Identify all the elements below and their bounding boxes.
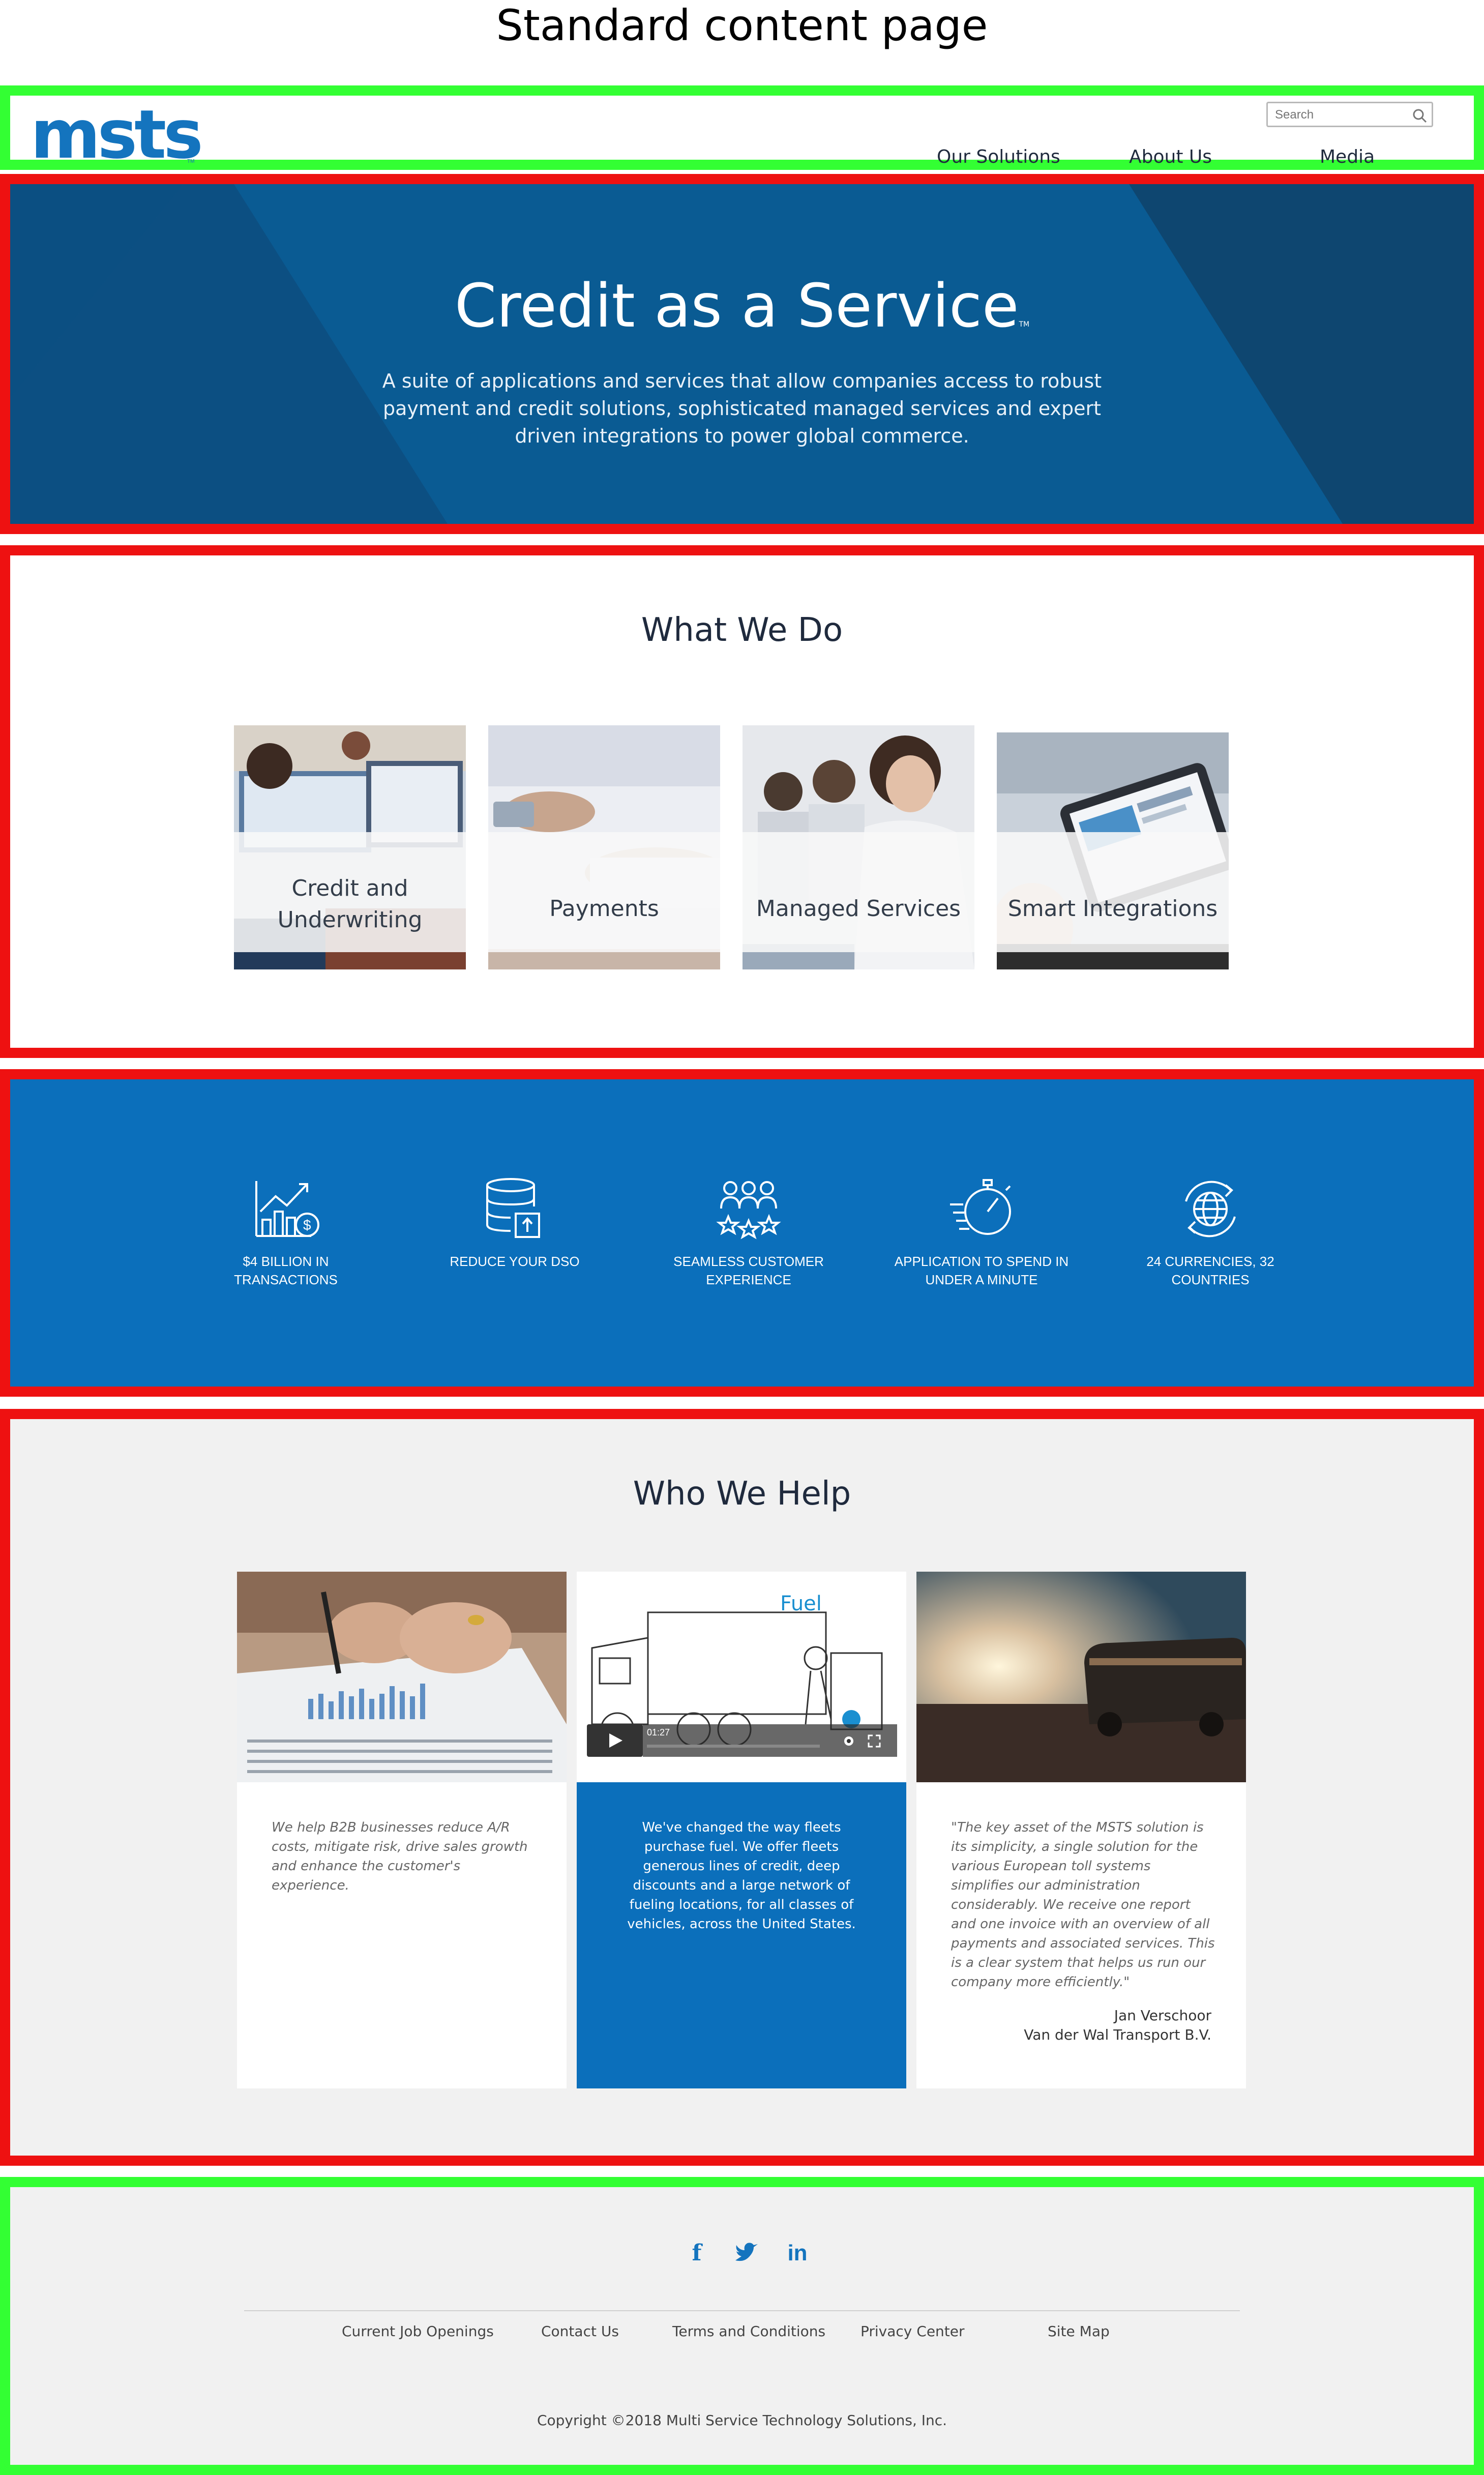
hero-description: A suite of applications and services tha… [382,370,1102,447]
linkedin-icon[interactable]: in [782,2238,813,2268]
footer-link-terms[interactable]: Terms and Conditions [672,2321,825,2342]
video-timestamp: 01:27 [647,1727,670,1737]
stat-label: $4 BILLION IN TRANSACTIONS [234,1254,338,1287]
page-title: Standard content page [496,1,988,50]
search-box[interactable] [1266,102,1433,127]
logo-trademark: TM [187,159,195,164]
site-header: msts TM Our Solutions About Us Media [0,85,1484,170]
card-managed-services[interactable]: Managed Services [743,725,974,969]
what-we-do-section: What We Do Credit and Underwriting Payme… [0,545,1484,1058]
who-we-help-section: Who We Help We help B2B businesses reduc… [0,1409,1484,2166]
column-image [237,1572,567,1782]
help-column-b2b: We help B2B businesses reduce A/R costs,… [237,1572,567,2088]
hero-background [10,184,1474,524]
search-icon[interactable] [1411,107,1429,125]
column-text: We help B2B businesses reduce A/R costs,… [272,1820,528,1893]
documents-chart-image [237,1572,567,1782]
twitter-icon[interactable] [731,2238,762,2268]
play-icon [609,1733,622,1748]
fullscreen-icon[interactable] [867,1733,882,1749]
card-overlay [488,832,720,952]
testimonial-company: Van der Wal Transport B.V. [1024,2026,1211,2043]
card-smart-integrations[interactable]: Smart Integrations [997,725,1229,969]
stat-dso: REDUCE YOUR DSO [423,1176,606,1271]
footer-link-jobs[interactable]: Current Job Openings [342,2321,494,2342]
tanker-truck-sunset-image [916,1572,1246,1782]
column-text: We've changed the way fleets purchase fu… [627,1820,856,1932]
stats-band: $ $4 BILLION IN TRANSACTIONS REDUCE YOUR… [0,1069,1484,1397]
testimonial-author: Jan Verschoor [1114,2007,1211,2024]
column-body: We help B2B businesses reduce A/R costs,… [237,1782,567,2088]
nav-media[interactable]: Media [1320,144,1375,170]
stat-label: APPLICATION TO SPEND IN UNDER A MINUTE [894,1254,1069,1287]
card-overlay [743,832,974,952]
hero-banner: Credit as a ServiceTM A suite of applica… [0,174,1484,534]
video-controls[interactable]: 01:27 [643,1724,897,1757]
stopwatch-icon [950,1179,1011,1235]
database-upload-icon [486,1178,540,1238]
stat-label: 24 CURRENCIES, 32 COUNTRIES [1146,1254,1274,1287]
settings-gear-icon[interactable] [841,1733,856,1749]
video-title: Fuel [780,1592,822,1615]
play-button[interactable] [587,1724,643,1757]
hero-title: Credit as a ServiceTM [454,271,1030,341]
column-image [916,1572,1246,1782]
footer-link-contact[interactable]: Contact Us [541,2321,619,2342]
video-progress-bar[interactable] [647,1745,820,1748]
card-label: Payments [549,896,659,922]
copyright-text: Copyright ©2018 Multi Service Technology… [537,2412,947,2429]
column-body: "The key asset of the MSTS solution is i… [916,1782,1246,2088]
card-label: Managed Services [756,896,961,922]
search-input[interactable] [1275,106,1407,124]
who-we-help-heading: Who We Help [633,1475,851,1513]
card-label: Smart Integrations [1007,896,1218,922]
stat-customer-experience: SEAMLESS CUSTOMER EXPERIENCE [657,1176,840,1289]
globe-icon [1185,1181,1236,1237]
svg-text:$: $ [303,1217,311,1233]
stat-currencies: 24 CURRENCIES, 32 COUNTRIES [1119,1176,1302,1289]
footer-link-privacy[interactable]: Privacy Center [860,2321,965,2342]
card-overlay [997,832,1229,952]
facebook-icon[interactable]: f [681,2238,712,2268]
customers-stars-icon [716,1181,781,1240]
stat-label: REDUCE YOUR DSO [450,1254,580,1269]
stat-transactions: $ $4 BILLION IN TRANSACTIONS [194,1176,377,1289]
growth-chart-icon: $ [255,1181,319,1237]
help-column-fuel: Fuel 01:27 We've changed the way fleets … [577,1572,906,2088]
nav-our-solutions[interactable]: Our Solutions [937,144,1060,170]
site-footer: f in Current Job Openings Contact Us Ter… [0,2177,1484,2475]
card-payments[interactable]: Payments [488,725,720,969]
video-player[interactable]: Fuel 01:27 [577,1572,906,1782]
column-body: We've changed the way fleets purchase fu… [577,1782,906,2088]
what-we-do-heading: What We Do [641,611,843,649]
card-credit-underwriting[interactable]: Credit and Underwriting [234,725,466,969]
stat-label: SEAMLESS CUSTOMER EXPERIENCE [673,1254,824,1287]
card-label: Credit and Underwriting [277,875,423,933]
nav-about-us[interactable]: About Us [1129,144,1212,170]
testimonial-quote: "The key asset of the MSTS solution is i… [951,1820,1215,1990]
help-column-testimonial: "The key asset of the MSTS solution is i… [916,1572,1246,2088]
footer-link-sitemap[interactable]: Site Map [1048,2321,1110,2342]
footer-divider [244,2310,1240,2311]
hero-trademark: TM [1019,320,1030,329]
msts-logo[interactable]: msts [31,101,203,168]
stat-application-speed: APPLICATION TO SPEND IN UNDER A MINUTE [890,1176,1073,1289]
